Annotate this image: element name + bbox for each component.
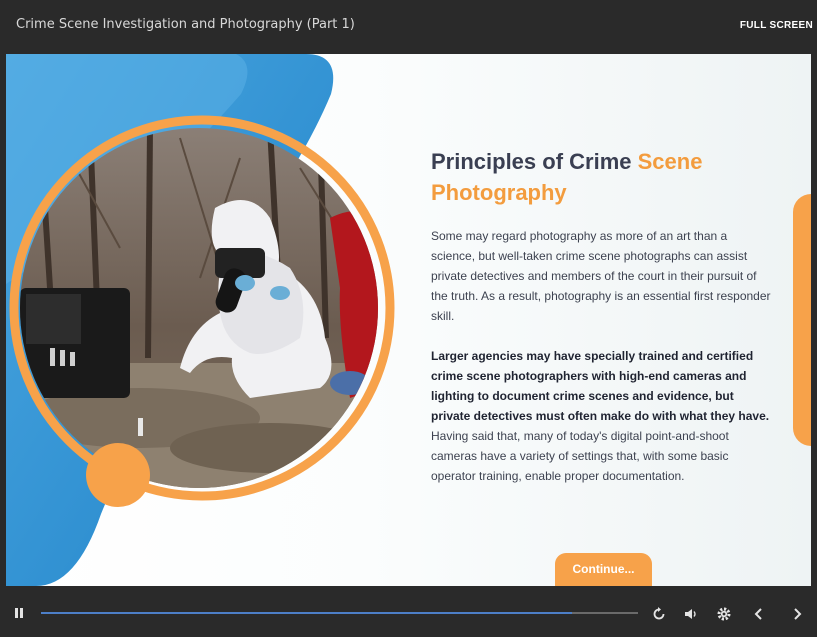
progress-bar-fill bbox=[41, 612, 573, 614]
paragraph-2-rest: Having said that, many of today's digita… bbox=[431, 429, 729, 483]
crime-scene-photo bbox=[20, 128, 378, 488]
slide-heading: Principles of Crime Scene Photography bbox=[431, 146, 791, 208]
player-controls bbox=[0, 592, 817, 637]
top-bar: Crime Scene Investigation and Photograph… bbox=[0, 0, 817, 52]
course-title: Crime Scene Investigation and Photograph… bbox=[16, 17, 355, 32]
continue-button[interactable]: Continue... bbox=[555, 553, 652, 586]
heading-main: Principles of Crime bbox=[431, 149, 638, 174]
chevron-right-icon[interactable] bbox=[790, 606, 804, 627]
pause-icon[interactable] bbox=[13, 606, 25, 625]
gear-icon[interactable] bbox=[716, 606, 732, 627]
full-screen-button[interactable]: FULL SCREEN bbox=[740, 20, 813, 31]
replay-icon[interactable] bbox=[651, 606, 667, 627]
slide-canvas: Principles of Crime Scene Photography So… bbox=[6, 54, 811, 586]
progress-bar[interactable] bbox=[41, 612, 638, 614]
orange-dot-decoration bbox=[86, 443, 150, 507]
paragraph-2-bold: Larger agencies may have specially train… bbox=[431, 349, 770, 423]
volume-icon[interactable] bbox=[683, 606, 699, 627]
paragraph-1: Some may regard photography as more of a… bbox=[431, 229, 771, 323]
chevron-left-icon[interactable] bbox=[752, 606, 766, 627]
paragraph-2: Larger agencies may have specially train… bbox=[431, 346, 771, 486]
orange-side-tab bbox=[793, 194, 811, 446]
